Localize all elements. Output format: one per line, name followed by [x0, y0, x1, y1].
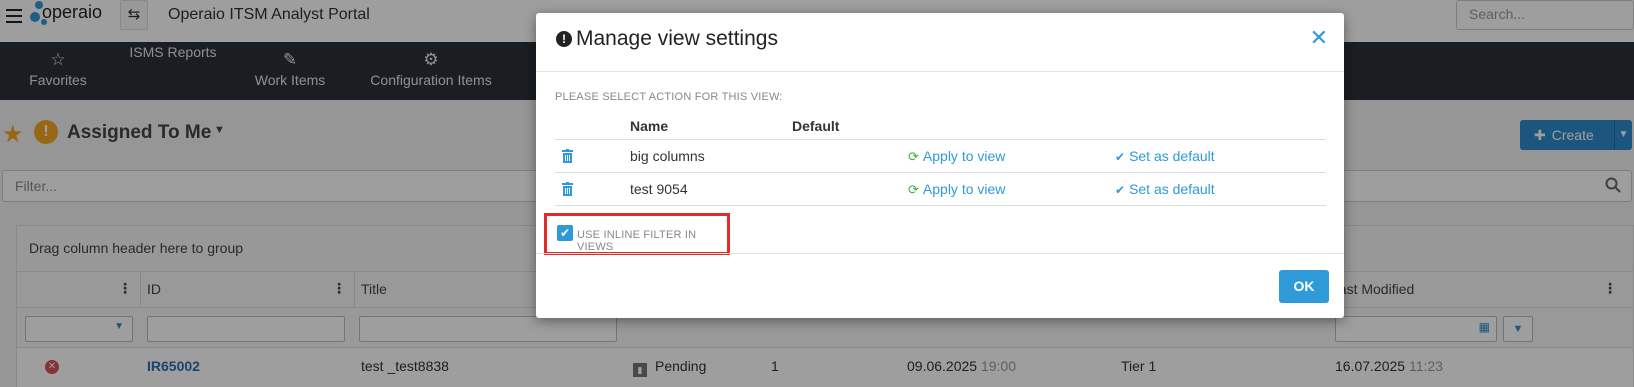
trash-icon[interactable]: [561, 149, 574, 163]
refresh-icon: ⟳: [908, 182, 919, 197]
exclamation-circle-icon: !: [556, 31, 572, 47]
dialog-header: ! Manage view settings ✕: [536, 13, 1344, 72]
column-name-header: Name: [630, 118, 669, 134]
default-label: Set as default: [1129, 148, 1215, 164]
inline-filter-option: ✔ USE INLINE FILTER IN VIEWS: [544, 213, 730, 255]
view-row: big columns ⟳ Apply to view ✔ Set as defau…: [555, 140, 1326, 173]
inline-filter-label[interactable]: USE INLINE FILTER IN VIEWS: [577, 229, 727, 253]
refresh-icon: ⟳: [908, 149, 919, 164]
apply-to-view-link[interactable]: ⟳ Apply to view: [908, 181, 1005, 198]
close-icon[interactable]: ✕: [1310, 25, 1328, 51]
trash-icon[interactable]: [561, 182, 574, 196]
views-table-header: Name Default: [555, 116, 1326, 140]
view-row: test 9054 ⟳ Apply to view ✔ Set as default: [555, 173, 1326, 206]
section-label: PLEASE SELECT ACTION FOR THIS VIEW:: [555, 91, 783, 103]
set-as-default-link[interactable]: ✔ Set as default: [1115, 148, 1215, 164]
default-label: Set as default: [1129, 181, 1215, 197]
view-name: big columns: [630, 148, 705, 164]
dialog-footer-divider: [536, 253, 1344, 254]
ok-button[interactable]: OK: [1279, 270, 1329, 303]
view-name: test 9054: [630, 181, 688, 197]
apply-label: Apply to view: [922, 148, 1006, 164]
check-icon: ✔: [1115, 183, 1126, 197]
dialog-title: Manage view settings: [576, 27, 778, 50]
manage-view-settings-dialog: ! Manage view settings ✕ PLEASE SELECT A…: [536, 13, 1344, 318]
inline-filter-checkbox[interactable]: ✔: [557, 225, 573, 241]
apply-label: Apply to view: [922, 181, 1006, 197]
apply-to-view-link[interactable]: ⟳ Apply to view: [908, 148, 1005, 165]
check-icon: ✔: [1115, 150, 1126, 164]
set-as-default-link[interactable]: ✔ Set as default: [1115, 181, 1215, 197]
column-default-header: Default: [792, 118, 840, 134]
